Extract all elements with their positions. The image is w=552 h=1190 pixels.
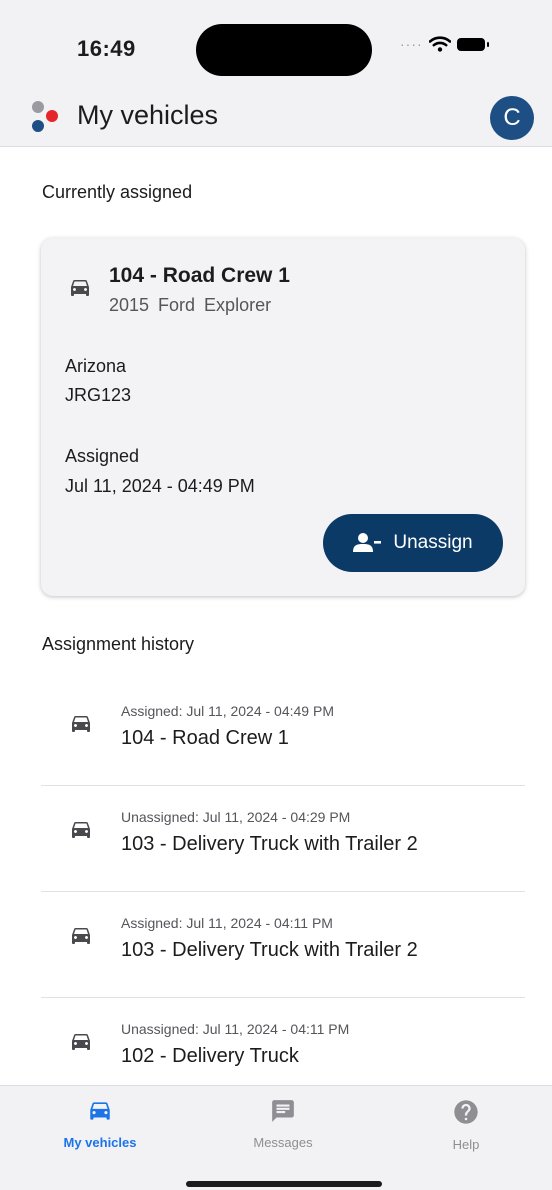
tab-my-vehicles[interactable]: My vehicles bbox=[30, 1098, 170, 1150]
avatar-letter: C bbox=[503, 104, 521, 131]
vehicle-model: 2015 Ford Explorer bbox=[109, 295, 272, 315]
status-time: 16:49 bbox=[77, 36, 136, 61]
history-item[interactable]: Assigned: Jul 11, 2024 - 04:11 PM 103 - … bbox=[41, 891, 525, 998]
car-icon bbox=[72, 928, 90, 944]
history-vehicle-name: 103 - Delivery Truck with Trailer 2 bbox=[121, 939, 418, 961]
app-header: My vehicles C bbox=[0, 86, 552, 147]
status-icons: ···· bbox=[400, 36, 489, 52]
history-status: Assigned: Jul 11, 2024 - 04:49 PM bbox=[121, 703, 334, 719]
tab-label: My vehicles bbox=[63, 1135, 137, 1150]
history-item[interactable]: Unassigned: Jul 11, 2024 - 04:11 PM 102 … bbox=[41, 997, 525, 1085]
history-vehicle-name: 102 - Delivery Truck bbox=[121, 1045, 299, 1067]
history-vehicle-name: 104 - Road Crew 1 bbox=[121, 727, 289, 749]
car-icon bbox=[71, 280, 89, 296]
battery-icon bbox=[456, 37, 489, 51]
tab-help[interactable]: Help bbox=[396, 1098, 536, 1152]
tab-bar: My vehicles Messages Help bbox=[0, 1085, 552, 1190]
history-status: Assigned: Jul 11, 2024 - 04:11 PM bbox=[121, 915, 333, 931]
help-icon bbox=[454, 1100, 478, 1124]
assignment-history-heading: Assignment history bbox=[42, 634, 195, 654]
vehicle-plate: JRG123 bbox=[65, 385, 132, 405]
tab-messages[interactable]: Messages bbox=[213, 1098, 353, 1150]
person-remove-icon bbox=[353, 533, 382, 552]
signal-icon: ···· bbox=[400, 36, 423, 52]
tab-label: Messages bbox=[253, 1135, 313, 1150]
tab-label: Help bbox=[452, 1137, 480, 1152]
car-icon bbox=[90, 1102, 110, 1120]
currently-assigned-heading: Currently assigned bbox=[42, 182, 193, 202]
car-icon bbox=[72, 716, 90, 732]
history-item[interactable]: Unassigned: Jul 11, 2024 - 04:29 PM 103 … bbox=[41, 785, 525, 892]
history-vehicle-name: 103 - Delivery Truck with Trailer 2 bbox=[121, 833, 418, 855]
car-icon bbox=[72, 1034, 90, 1050]
home-indicator[interactable] bbox=[186, 1181, 382, 1187]
app-logo bbox=[32, 101, 58, 132]
wifi-icon bbox=[428, 36, 451, 52]
avatar[interactable]: C bbox=[490, 96, 534, 140]
status-bar: 16:49 ···· bbox=[0, 0, 552, 96]
page-title: My vehicles bbox=[77, 100, 219, 130]
car-icon bbox=[72, 822, 90, 838]
message-icon bbox=[272, 1100, 294, 1122]
assigned-date: Jul 11, 2024 - 04:49 PM bbox=[65, 476, 255, 496]
assigned-label: Assigned bbox=[65, 446, 140, 466]
history-status: Unassigned: Jul 11, 2024 - 04:29 PM bbox=[121, 809, 351, 825]
vehicle-state: Arizona bbox=[65, 356, 127, 376]
current-vehicle-card: 104 - Road Crew 1 2015 Ford Explorer Ari… bbox=[41, 238, 525, 596]
unassign-label: Unassign bbox=[393, 532, 473, 553]
history-item[interactable]: Assigned: Jul 11, 2024 - 04:49 PM 104 - … bbox=[41, 679, 525, 786]
unassign-button[interactable]: Unassign bbox=[323, 514, 503, 572]
main-content[interactable]: Currently assigned 104 - Road Crew 1 201… bbox=[0, 147, 552, 1085]
history-status: Unassigned: Jul 11, 2024 - 04:11 PM bbox=[121, 1021, 350, 1037]
vehicle-name: 104 - Road Crew 1 bbox=[109, 264, 290, 287]
dynamic-island bbox=[196, 24, 372, 76]
